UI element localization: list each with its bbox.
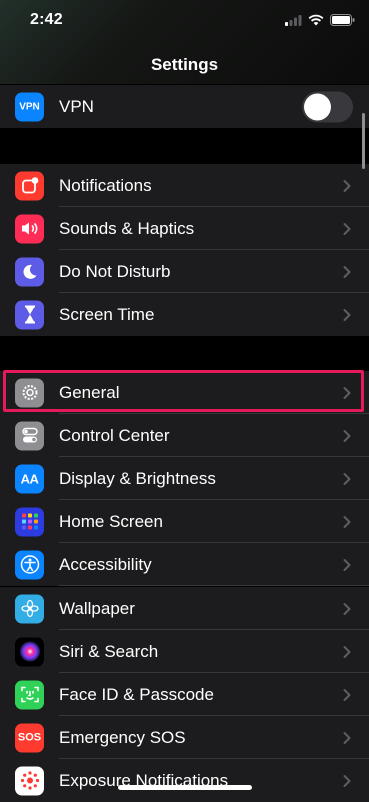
chevron-right-icon [343, 386, 351, 399]
settings-item-label: Sounds & Haptics [59, 218, 195, 238]
settings-item-label: Control Center [59, 425, 170, 445]
settings-item-emergency-sos[interactable]: SOS Emergency SOS [0, 716, 369, 759]
siri-icon [15, 637, 44, 666]
vpn-toggle[interactable] [302, 91, 353, 122]
settings-item-sounds[interactable]: Sounds & Haptics [0, 207, 369, 250]
navigation-header: 2:42 Settings [0, 0, 369, 84]
signal-icon [285, 14, 302, 26]
toggles-icon [15, 421, 44, 450]
settings-item-home-screen[interactable]: Home Screen [0, 500, 369, 543]
vpn-icon: VPN [15, 92, 44, 121]
settings-item-label: Siri & Search [59, 641, 159, 661]
face-id-icon [15, 680, 44, 709]
settings-item-face-id[interactable]: Face ID & Passcode [0, 673, 369, 716]
sos-icon: SOS [15, 723, 44, 752]
notifications-icon [15, 171, 44, 200]
settings-item-label: Home Screen [59, 511, 163, 531]
settings-item-label: Accessibility [59, 554, 152, 574]
wifi-icon [308, 14, 324, 26]
chevron-right-icon [343, 222, 351, 235]
home-indicator[interactable] [118, 785, 252, 790]
status-time: 2:42 [30, 11, 63, 28]
app-grid-icon [15, 507, 44, 536]
settings-item-control-center[interactable]: Control Center [0, 414, 369, 457]
hourglass-icon [15, 300, 44, 329]
chevron-right-icon [343, 265, 351, 278]
page-title: Settings [150, 55, 219, 74]
chevron-right-icon [343, 472, 351, 485]
chevron-right-icon [343, 308, 351, 321]
battery-icon [330, 14, 355, 26]
settings-item-exposure-notifications[interactable]: Exposure Notifications [0, 759, 369, 802]
settings-item-label: General [59, 382, 120, 402]
chevron-right-icon [343, 731, 351, 744]
settings-item-screen-time[interactable]: Screen Time [0, 293, 369, 336]
chevron-right-icon [343, 558, 351, 571]
settings-item-label: Screen Time [59, 304, 155, 324]
settings-item-label: Display & Brightness [59, 468, 216, 488]
settings-item-label: Wallpaper [59, 598, 135, 618]
status-icons [285, 14, 355, 26]
chevron-right-icon [343, 602, 351, 615]
display-text-size-icon: AA [15, 464, 44, 493]
scroll-indicator [362, 113, 365, 169]
settings-item-do-not-disturb[interactable]: Do Not Disturb [0, 250, 369, 293]
settings-item-notifications[interactable]: Notifications [0, 164, 369, 207]
chevron-right-icon [343, 515, 351, 528]
chevron-right-icon [343, 645, 351, 658]
settings-item-label: Face ID & Passcode [59, 684, 214, 704]
accessibility-icon [15, 550, 44, 579]
settings-item-general[interactable]: General [0, 371, 369, 414]
settings-item-accessibility[interactable]: Accessibility [0, 543, 369, 586]
moon-icon [15, 257, 44, 286]
settings-item-display-brightness[interactable]: AA Display & Brightness [0, 457, 369, 500]
speaker-icon [15, 214, 44, 243]
flower-icon [15, 594, 44, 623]
settings-item-siri-search[interactable]: Siri & Search [0, 630, 369, 673]
settings-item-label: Emergency SOS [59, 727, 186, 747]
chevron-right-icon [343, 774, 351, 787]
settings-item-wallpaper[interactable]: Wallpaper [0, 587, 369, 630]
settings-item-label: VPN [59, 96, 94, 116]
chevron-right-icon [343, 179, 351, 192]
chevron-right-icon [343, 429, 351, 442]
settings-item-label: Do Not Disturb [59, 261, 171, 281]
settings-item-label: Notifications [59, 175, 152, 195]
chevron-right-icon [343, 688, 351, 701]
exposure-icon [15, 766, 44, 795]
settings-item-vpn[interactable]: VPN VPN [0, 85, 369, 128]
gear-icon [15, 378, 44, 407]
